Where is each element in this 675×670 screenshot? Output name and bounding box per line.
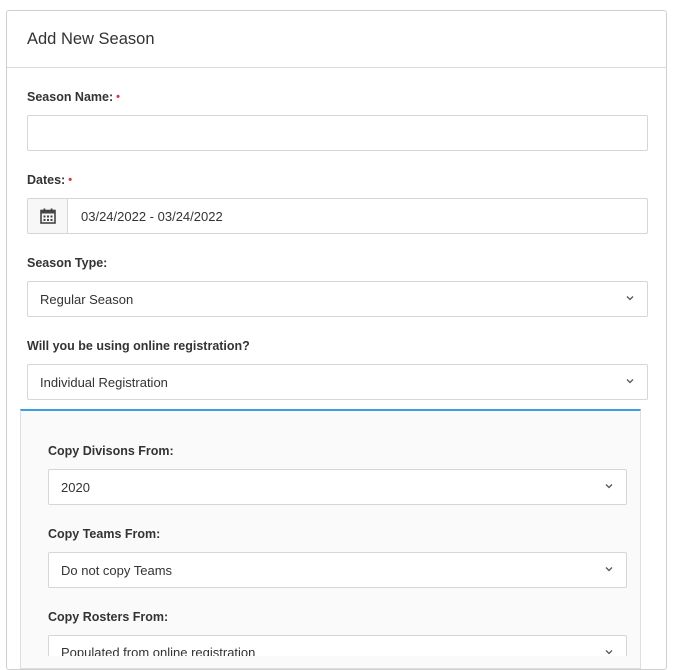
date-range-value: 03/24/2022 - 03/24/2022 <box>81 208 223 224</box>
date-range-field[interactable]: 03/24/2022 - 03/24/2022 <box>27 198 648 234</box>
chevron-down-icon <box>605 567 613 572</box>
season-name-label: Season Name: • <box>27 90 120 104</box>
copy-divisions-value: 2020 <box>61 479 90 495</box>
copy-teams-label: Copy Teams From: <box>48 527 161 541</box>
copy-teams-select[interactable]: Do not copy Teams <box>48 552 627 588</box>
online-registration-value: Individual Registration <box>40 374 168 390</box>
season-type-label: Season Type: <box>27 256 108 270</box>
online-registration-select[interactable]: Individual Registration <box>27 364 648 400</box>
chevron-down-icon <box>626 379 634 384</box>
chevron-down-icon <box>626 296 634 301</box>
dates-label: Dates: • <box>27 173 72 187</box>
copy-divisions-label: Copy Divisons From: <box>48 444 174 458</box>
season-name-input[interactable] <box>27 115 648 151</box>
chevron-down-icon <box>605 650 613 655</box>
required-indicator: • <box>116 91 121 103</box>
card-header: Add New Season <box>7 11 666 68</box>
required-indicator: • <box>68 174 73 186</box>
copy-rosters-value: Populated from online registration <box>61 645 256 656</box>
copy-divisions-select[interactable]: 2020 <box>48 469 627 505</box>
calendar-button[interactable] <box>28 199 68 233</box>
season-type-value: Regular Season <box>40 291 134 307</box>
page-title: Add New Season <box>27 29 155 48</box>
copy-rosters-label: Copy Rosters From: <box>48 610 169 624</box>
copy-teams-value: Do not copy Teams <box>61 562 173 578</box>
chevron-down-icon <box>605 484 613 489</box>
copy-rosters-select[interactable]: Populated from online registration <box>48 635 627 656</box>
season-type-select[interactable]: Regular Season <box>27 281 648 317</box>
season-name-label-text: Season Name: <box>27 90 114 104</box>
calendar-icon <box>39 208 56 224</box>
online-registration-label: Will you be using online registration? <box>27 339 250 353</box>
dates-label-text: Dates: <box>27 173 66 187</box>
